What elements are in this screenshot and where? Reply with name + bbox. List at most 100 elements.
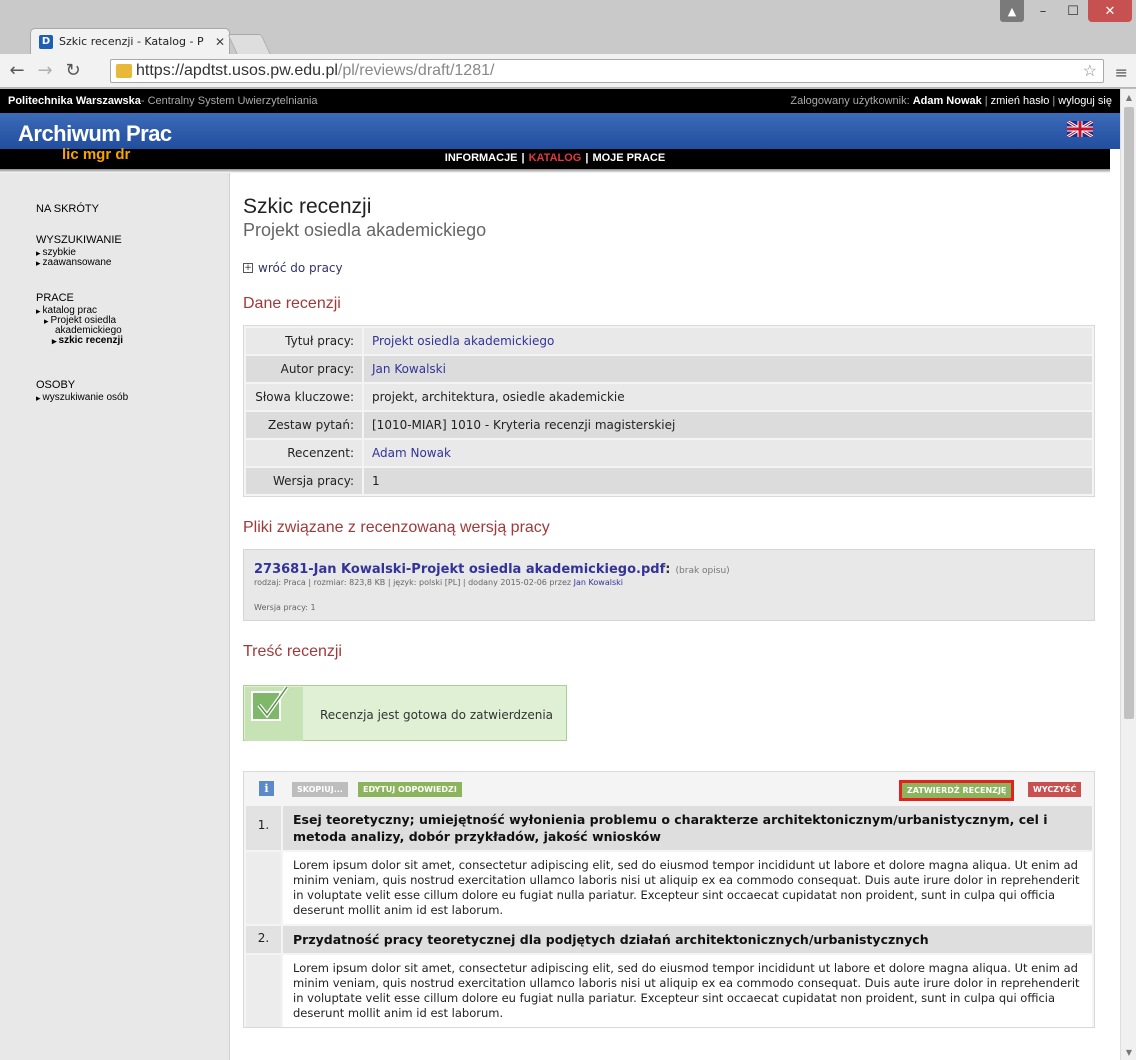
site-logo[interactable]: Archiwum Prac [18,121,172,147]
browser-tab[interactable]: D Szkic recenzji - Katalog - P ✕ [30,28,230,54]
title-bar: D Szkic recenzji - Katalog - P ✕ ▲ – ☐ ✕ [0,0,1136,54]
tab-close-icon[interactable]: ✕ [211,35,229,49]
table-row: Recenzent: Adam Nowak [246,440,1092,466]
meta-label: Słowa kluczowe: [246,384,362,410]
scroll-up-icon[interactable]: ▲ [1121,89,1136,105]
back-link-label: wróć do pracy [258,261,343,275]
main-nav: INFORMACJE | KATALOG | MOJE PRACE [444,152,666,164]
new-tab-button[interactable] [227,34,271,54]
author-link[interactable]: Jan Kowalski [372,362,446,376]
answer-text: Lorem ipsum dolor sit amet, consectetur … [283,955,1092,1027]
meta-label: Autor pracy: [246,356,362,382]
close-window-icon[interactable]: ✕ [1088,0,1132,22]
work-title-link[interactable]: Projekt osiedla akademickiego [372,334,554,348]
logout-link[interactable]: wyloguj się [1058,95,1112,107]
scroll-thumb[interactable] [1124,107,1134,719]
user-name: Adam Nowak [912,95,982,107]
browser-toolbar: ← → ↻ https://apdtst.usos.pw.edu.pl/pl/r… [0,54,1136,88]
org-name: Politechnika Warszawska [8,95,141,107]
sidebar-item-draft[interactable]: szkic recenzji [36,336,123,346]
tab-title: Szkic recenzji - Katalog - P [59,35,204,48]
answer-text: Lorem ipsum dolor sit amet, consectetur … [283,852,1092,924]
english-flag-icon[interactable] [1067,121,1093,137]
file-version: Wersja pracy: 1 [254,603,316,612]
file-meta: rodzaj: Praca | rozmiar: 823,8 KB | języ… [254,578,623,587]
meta-value: [1010-MIAR] 1010 - Kryteria recenzji mag… [364,412,1092,438]
ready-text: Recenzja jest gotowa do zatwierdzenia [320,708,554,722]
sidebar-search: WYSZUKIWANIE szybkie zaawansowane [36,234,122,268]
page-viewport: Politechnika Warszawska - Centralny Syst… [0,89,1120,1060]
ready-notice: Recenzja jest gotowa do zatwierdzenia [243,685,567,741]
lock-warning-icon [116,64,132,78]
sidebar: NA SKRÓTY WYSZUKIWANIE szybkie zaawansow… [0,173,230,1060]
files-heading: Pliki związane z recenzowaną wersją prac… [243,519,550,536]
sidebar-people: OSOBY wyszukiwanie osób [36,379,128,403]
nav-informacje[interactable]: INFORMACJE [445,152,518,164]
table-row: Autor pracy: Jan Kowalski [246,356,1092,382]
vertical-scrollbar[interactable]: ▲ ▼ [1120,89,1136,1060]
meta-label: Tytuł pracy: [246,328,362,354]
table-row: Wersja pracy: 1 [246,468,1092,494]
sidebar-search-title: WYSZUKIWANIE [36,234,122,246]
forward-arrow-icon[interactable]: → [34,60,56,82]
checkmark-icon [245,685,303,741]
meta-label: Zestaw pytań: [246,412,362,438]
question-row: 2. Przydatność pracy teoretycznej dla po… [244,924,1094,953]
question-number: 1. [246,806,281,850]
url-host: https://apdtst.usos.pw.edu.pl [136,62,338,79]
sidebar-works: PRACE katalog prac Projekt osiedla akade… [36,292,123,346]
window-controls: ▲ – ☐ ✕ [1000,0,1132,22]
back-icon: + [243,263,253,273]
meta-label: Recenzent: [246,440,362,466]
sidebar-people-title: OSOBY [36,379,76,391]
nav-katalog[interactable]: KATALOG [529,152,582,164]
minimize-icon[interactable]: – [1028,0,1058,22]
page-title: Szkic recenzji [243,195,372,218]
back-arrow-icon[interactable]: ← [6,60,28,82]
edit-answers-button[interactable]: EDYTUJ ODPOWIEDZI [358,782,462,797]
favicon-icon: D [39,34,53,49]
approve-review-button[interactable]: ZATWIERDŹ RECENZJĘ [899,780,1015,801]
table-row: Słowa kluczowe: projekt, architektura, os… [246,384,1092,410]
question-text: Przydatność pracy teoretycznej dla podję… [283,926,1092,953]
clear-button[interactable]: WYCZYŚĆ [1028,782,1082,797]
answer-row: Lorem ipsum dolor sit amet, consectetur … [244,953,1094,1027]
reviewer-link[interactable]: Adam Nowak [372,446,451,460]
user-area: Zalogowany użytkownik: Adam Nowak | zmień … [790,95,1112,107]
change-password-link[interactable]: zmień hasło [991,95,1050,107]
table-row: Tytuł pracy: Projekt osiedla akademickieg… [246,328,1092,354]
meta-value: 1 [364,468,1092,494]
menu-icon[interactable]: ≡ [1115,63,1128,82]
file-author-link[interactable]: Jan Kowalski [574,578,623,587]
back-link[interactable]: + wróć do pracy [243,261,1098,275]
meta-value: projekt, architektura, osiedle akademick… [364,384,1092,410]
sidebar-item-people-search[interactable]: wyszukiwanie osób [36,393,129,403]
file-item: 273681-Jan Kowalski-Projekt osiedla akad… [243,549,1095,621]
review-meta-table: Tytuł pracy: Projekt osiedla akademickieg… [243,325,1095,497]
answer-row: Lorem ipsum dolor sit amet, consectetur … [244,850,1094,924]
sidebar-item-advanced[interactable]: zaawansowane [36,258,122,268]
content-heading: Treść recenzji [243,643,342,660]
url-path: /pl/reviews/draft/1281/ [337,62,495,79]
address-bar[interactable]: https://apdtst.usos.pw.edu.pl/pl/reviews… [110,59,1104,83]
page-subtitle: Projekt osiedla akademickiego [243,220,487,240]
sidebar-shortcuts-title[interactable]: NA SKRÓTY [36,203,99,215]
maximize-icon[interactable]: ☐ [1058,0,1088,22]
nav-bar: lic mgr dr INFORMACJE | KATALOG | MOJE PRACE [0,146,1110,169]
site-banner: Archiwum Prac [0,113,1120,149]
questions-panel: i SKOPIUJ... EDYTUJ ODPOWIEDZI ZATWIERDŹ… [243,771,1095,1028]
reload-icon[interactable]: ↻ [62,60,84,82]
file-link[interactable]: 273681-Jan Kowalski-Projekt osiedla akad… [254,562,665,577]
scroll-down-icon[interactable]: ▼ [1121,1044,1136,1060]
copy-button[interactable]: SKOPIUJ... [292,782,348,797]
sidebar-shortcuts: NA SKRÓTY [36,203,99,217]
nav-moje-prace[interactable]: MOJE PRACE [592,152,665,164]
info-icon[interactable]: i [259,781,274,796]
main-content: Szkic recenzji Projekt osiedla akademick… [243,195,1098,1028]
question-row: 1. Esej teoretyczny; umiejętność wyłonie… [244,804,1094,850]
table-row: Zestaw pytań: [1010-MIAR] 1010 - Kryteria… [246,412,1092,438]
site-top-bar: Politechnika Warszawska - Centralny Syst… [0,89,1120,113]
profile-icon[interactable]: ▲ [1000,0,1024,22]
bookmark-star-icon[interactable]: ☆ [1083,61,1097,81]
question-text: Esej teoretyczny; umiejętność wyłonienia… [283,806,1092,850]
